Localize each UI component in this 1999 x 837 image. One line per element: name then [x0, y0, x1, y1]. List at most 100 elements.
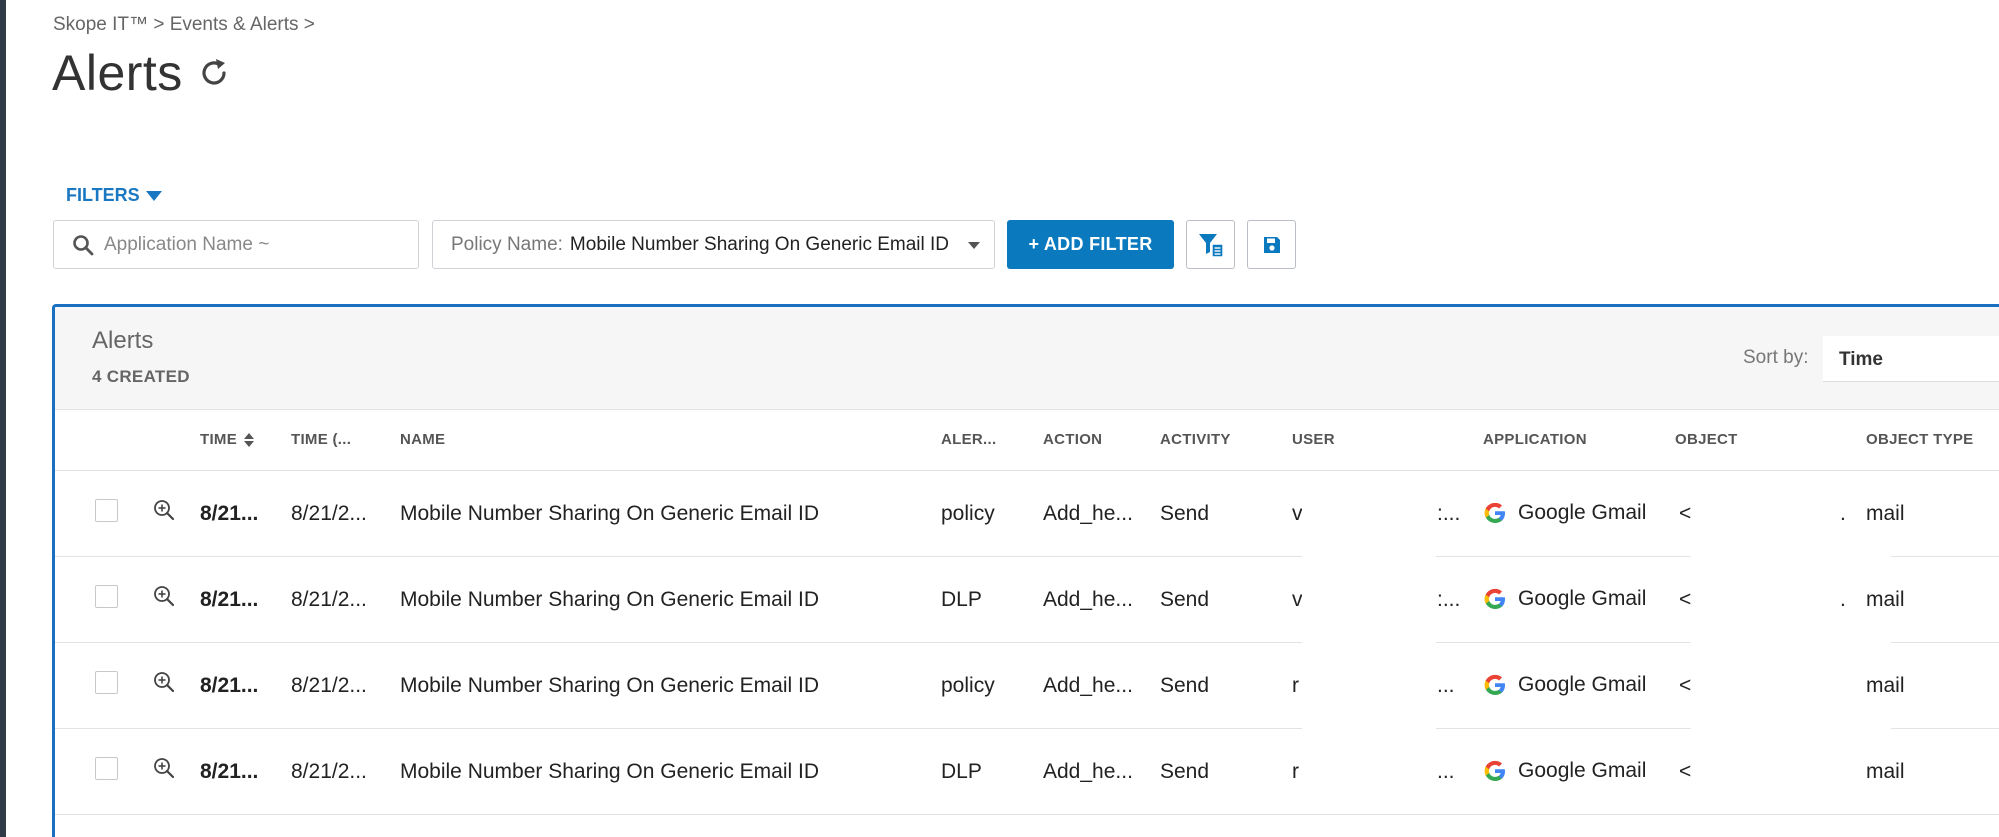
- table-row[interactable]: 8/21... 8/21/2... Mobile Number Sharing …: [55, 557, 1999, 643]
- add-filter-button[interactable]: + ADD FILTER: [1007, 220, 1174, 269]
- google-icon: [1484, 760, 1505, 781]
- column-header-time-local[interactable]: TIME (...: [291, 431, 351, 448]
- dropdown-caret-icon: [968, 242, 980, 249]
- refresh-icon[interactable]: [197, 56, 231, 90]
- cell-user-start: v: [1292, 588, 1303, 611]
- cell-alert-type: DLP: [941, 760, 982, 783]
- cell-time-local: 8/21/2...: [291, 588, 367, 611]
- cell-time-local: 8/21/2...: [291, 502, 367, 525]
- zoom-in-icon[interactable]: [152, 756, 176, 780]
- cell-time: 8/21...: [200, 760, 259, 783]
- page-title: Alerts: [52, 45, 183, 101]
- row-checkbox[interactable]: [95, 757, 118, 780]
- column-header-time-label: TIME: [200, 431, 238, 448]
- google-icon: [1484, 588, 1505, 609]
- cell-application-label: Google Gmail: [1518, 759, 1647, 782]
- redaction-block: [1691, 643, 1891, 729]
- filters-toggle[interactable]: FILTERS: [66, 185, 162, 206]
- cell-object-type: mail: [1866, 588, 1905, 611]
- cell-user-end: :...: [1437, 588, 1461, 611]
- cell-time: 8/21...: [200, 588, 259, 611]
- cell-alert-type: policy: [941, 502, 995, 525]
- zoom-in-icon[interactable]: [152, 498, 176, 522]
- redaction-block: [1302, 643, 1436, 729]
- column-header-action[interactable]: ACTION: [1043, 431, 1102, 448]
- redaction-block: [1302, 557, 1436, 643]
- cell-object-end: .: [1840, 588, 1846, 611]
- cell-application: Google Gmail: [1483, 759, 1646, 783]
- cell-time-local: 8/21/2...: [291, 674, 367, 697]
- cell-name: Mobile Number Sharing On Generic Email I…: [400, 502, 819, 525]
- title-row: Alerts: [52, 44, 231, 102]
- cell-user-start: r: [1292, 674, 1299, 697]
- cell-application: Google Gmail: [1483, 673, 1646, 697]
- caret-down-icon: [145, 190, 162, 201]
- policy-filter-value: Mobile Number Sharing On Generic Email I…: [569, 233, 950, 255]
- cell-action: Add_he...: [1043, 760, 1133, 783]
- application-search-input[interactable]: [104, 233, 404, 256]
- search-icon: [73, 234, 94, 255]
- breadcrumb[interactable]: Skope IT™ > Events & Alerts >: [53, 14, 315, 36]
- cell-user-start: v: [1292, 502, 1303, 525]
- cell-activity: Send: [1160, 760, 1210, 783]
- cell-application: Google Gmail: [1483, 587, 1646, 611]
- table-row[interactable]: 8/21... 8/21/2... Mobile Number Sharing …: [55, 643, 1999, 729]
- cell-action: Add_he...: [1043, 502, 1133, 525]
- column-header-name[interactable]: NAME: [400, 431, 445, 448]
- cell-activity: Send: [1160, 502, 1210, 525]
- alerts-panel: Alerts 4 CREATED Sort by: Time TIME TIME…: [52, 304, 1999, 837]
- cell-application-label: Google Gmail: [1518, 673, 1647, 696]
- cell-object-end: .: [1840, 502, 1846, 525]
- cell-time-local: 8/21/2...: [291, 760, 367, 783]
- cell-application-label: Google Gmail: [1518, 587, 1647, 610]
- cell-application: Google Gmail: [1483, 501, 1646, 525]
- cell-name: Mobile Number Sharing On Generic Email I…: [400, 760, 819, 783]
- cell-user-end: ...: [1437, 760, 1455, 783]
- table-row[interactable]: 8/21... 8/21/2... Mobile Number Sharing …: [55, 729, 1999, 815]
- cell-name: Mobile Number Sharing On Generic Email I…: [400, 674, 819, 697]
- row-checkbox[interactable]: [95, 585, 118, 608]
- cell-object-start: <: [1679, 674, 1692, 697]
- sort-by-label: Sort by:: [1743, 347, 1809, 368]
- policy-filter-label: Policy Name:: [451, 233, 563, 255]
- alerts-panel-header: Alerts 4 CREATED Sort by: Time: [55, 307, 1999, 410]
- column-header-alert[interactable]: ALER...: [941, 431, 996, 448]
- cell-application-label: Google Gmail: [1518, 501, 1647, 524]
- zoom-in-icon[interactable]: [152, 670, 176, 694]
- left-edge-bar: [0, 0, 6, 837]
- cell-alert-type: policy: [941, 674, 995, 697]
- sort-arrows-icon: [244, 432, 255, 447]
- cell-activity: Send: [1160, 674, 1210, 697]
- row-checkbox[interactable]: [95, 671, 118, 694]
- redaction-block: [1691, 471, 1891, 557]
- column-header-time[interactable]: TIME: [200, 431, 255, 448]
- row-checkbox[interactable]: [95, 499, 118, 522]
- column-header-activity[interactable]: ACTIVITY: [1160, 431, 1231, 448]
- google-icon: [1484, 674, 1505, 695]
- cell-activity: Send: [1160, 588, 1210, 611]
- cell-action: Add_he...: [1043, 674, 1133, 697]
- column-header-user[interactable]: USER: [1292, 431, 1335, 448]
- cell-object-start: <: [1679, 502, 1692, 525]
- filters-toggle-label: FILTERS: [66, 185, 140, 205]
- column-header-object[interactable]: OBJECT: [1675, 431, 1738, 448]
- cell-user-start: r: [1292, 760, 1299, 783]
- save-icon: [1263, 236, 1280, 253]
- column-header-object-type[interactable]: OBJECT TYPE: [1866, 431, 1974, 448]
- cell-alert-type: DLP: [941, 588, 982, 611]
- table-row[interactable]: 8/21... 8/21/2... Mobile Number Sharing …: [55, 471, 1999, 557]
- column-header-application[interactable]: APPLICATION: [1483, 431, 1587, 448]
- zoom-in-icon[interactable]: [152, 584, 176, 608]
- sort-by-select[interactable]: Time: [1823, 336, 1999, 382]
- saved-filters-button[interactable]: [1186, 220, 1235, 269]
- redaction-block: [1691, 557, 1891, 643]
- cell-user-end: ...: [1437, 674, 1455, 697]
- save-filter-button[interactable]: [1247, 220, 1296, 269]
- cell-object-type: mail: [1866, 760, 1905, 783]
- redaction-block: [1302, 471, 1436, 557]
- cell-object-type: mail: [1866, 674, 1905, 697]
- application-search-box[interactable]: [53, 220, 419, 269]
- policy-name-filter[interactable]: Policy Name: Mobile Number Sharing On Ge…: [432, 220, 995, 269]
- cell-object-type: mail: [1866, 502, 1905, 525]
- panel-title: Alerts: [92, 327, 154, 354]
